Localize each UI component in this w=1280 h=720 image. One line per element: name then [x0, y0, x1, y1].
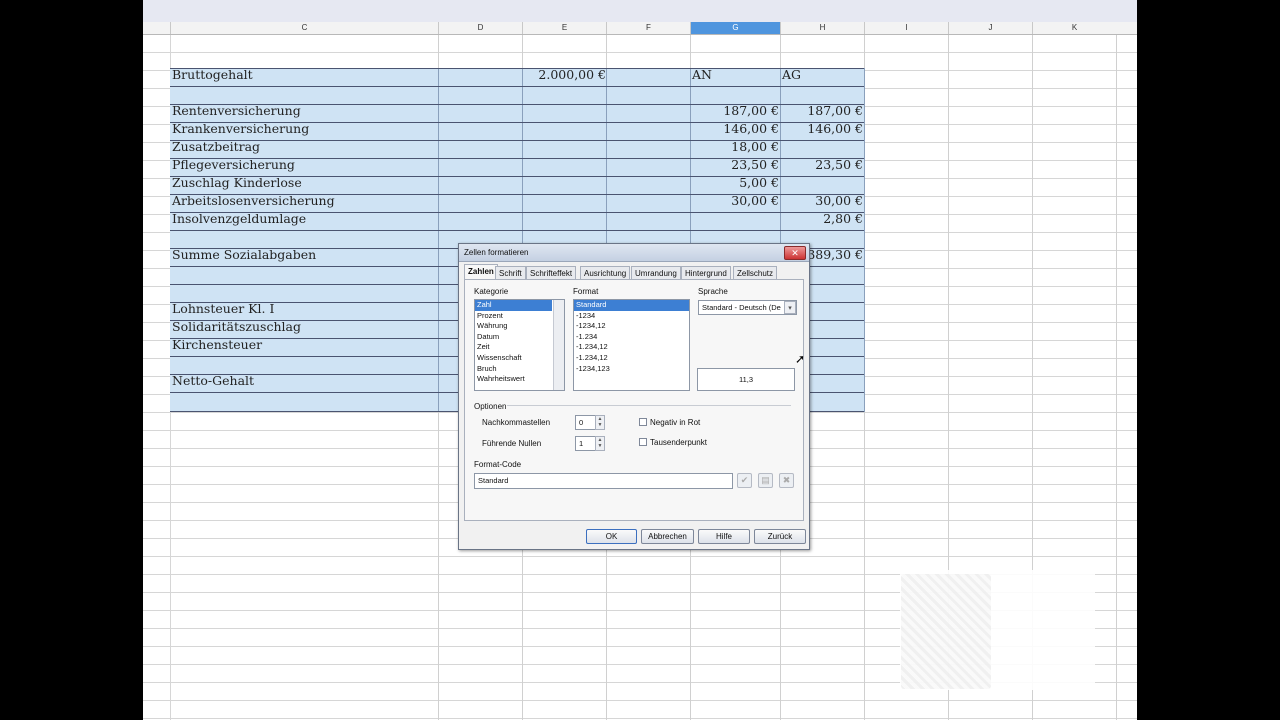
cell-ag-value[interactable]: 146,00 € — [780, 120, 863, 138]
watermark-logo — [901, 574, 991, 689]
list-item[interactable]: Wissenschaft — [475, 353, 564, 364]
sprache-select[interactable]: Standard - Deutsch (De — [698, 300, 797, 315]
mouse-pointer-icon: ➚ — [795, 352, 806, 366]
column-header-k[interactable]: K — [1032, 22, 1116, 34]
tab-umrandung[interactable]: Umrandung — [631, 266, 681, 279]
list-item[interactable]: Bruch — [475, 364, 564, 375]
fuehrende-nullen-label: Führende Nullen — [482, 439, 542, 448]
list-item[interactable]: -1234,12 — [574, 321, 689, 332]
list-item[interactable]: Prozent — [475, 311, 564, 322]
column-header-c[interactable]: C — [170, 22, 438, 34]
cell-ag-value[interactable]: 30,00 € — [780, 192, 863, 210]
format-code-input[interactable]: Standard — [474, 473, 733, 489]
delete-code-icon[interactable]: ✖ — [779, 473, 794, 488]
format-label: Format — [573, 287, 599, 296]
list-item[interactable]: Wahrheitswert — [475, 374, 564, 385]
cell-row-label[interactable]: Rentenversicherung — [172, 102, 301, 120]
tab-zellschutz[interactable]: Zellschutz — [733, 266, 778, 279]
tab-hintergrund[interactable]: Hintergrund — [681, 266, 731, 279]
list-item[interactable]: -1.234,12 — [574, 353, 689, 364]
tausenderpunkt-checkbox[interactable] — [639, 438, 647, 446]
tab-schrift[interactable]: Schrift — [495, 266, 526, 279]
column-header-d[interactable]: D — [438, 22, 522, 34]
cell-an-value[interactable]: 23,50 € — [690, 156, 779, 174]
abbrechen-button[interactable]: Abbrechen — [641, 529, 694, 544]
sprache-value: Standard - Deutsch (De — [702, 303, 781, 312]
tab-schrifteffekt[interactable]: Schrifteffekt — [526, 266, 577, 279]
cell-row-label[interactable]: Arbeitslosenversicherung — [172, 192, 335, 210]
cell-row-label[interactable]: Zusatzbeitrag — [172, 138, 260, 156]
cell-row-label[interactable]: Insolvenzgeldumlage — [172, 210, 306, 228]
fuehrende-nullen-stepper[interactable]: ▲ ▼ — [595, 436, 605, 451]
cell-ag-value[interactable]: 2,80 € — [780, 210, 863, 228]
cell-ag-header[interactable]: AG — [782, 66, 801, 84]
tab-zahlen[interactable]: Zahlen — [464, 264, 498, 280]
format-code-label: Format-Code — [474, 460, 522, 469]
list-item[interactable]: Standard — [574, 300, 689, 311]
cell-soli-label[interactable]: Solidaritätszuschlag — [172, 318, 301, 336]
hilfe-button[interactable]: Hilfe — [698, 529, 750, 544]
format-list[interactable]: Standard -1234 -1234,12 -1.234 -1.234,12… — [573, 299, 690, 391]
cell-summe-label[interactable]: Summe Sozialabgaben — [172, 246, 316, 264]
cell-ag-value[interactable]: 23,50 € — [780, 156, 863, 174]
cell-ag-value[interactable] — [780, 174, 863, 192]
zurueck-button[interactable]: Zurück — [754, 529, 806, 544]
column-header-e[interactable]: E — [522, 22, 606, 34]
cell-row-label[interactable]: Zuschlag Kinderlose — [172, 174, 302, 192]
list-item[interactable]: -1.234,12 — [574, 342, 689, 353]
cell-ag-value[interactable] — [780, 138, 863, 156]
cell-an-value[interactable] — [690, 210, 779, 228]
cell-lohnsteuer-label[interactable]: Lohnsteuer Kl. I — [172, 300, 274, 318]
cell-bruttogehalt-value[interactable]: 2.000,00 € — [522, 66, 606, 84]
list-item[interactable]: Zeit — [475, 342, 564, 353]
tab-ausrichtung[interactable]: Ausrichtung — [580, 266, 631, 279]
kategorie-label: Kategorie — [474, 287, 509, 296]
nachkommastellen-label: Nachkommastellen — [482, 418, 551, 427]
cell-row-label[interactable]: Pflegeversicherung — [172, 156, 295, 174]
cell-row-label[interactable]: Krankenversicherung — [172, 120, 309, 138]
column-header-f[interactable]: F — [606, 22, 690, 34]
optionen-divider — [507, 405, 791, 406]
kategorie-list[interactable]: Zahl Prozent Währung Datum Zeit Wissensc… — [474, 299, 565, 391]
kategorie-scrollbar[interactable] — [553, 300, 564, 390]
list-item[interactable]: -1234,123 — [574, 364, 689, 375]
nachkommastellen-stepper[interactable]: ▲ ▼ — [595, 415, 605, 430]
list-item[interactable]: Datum — [475, 332, 564, 343]
column-header-h[interactable]: H — [780, 22, 864, 34]
cell-an-value[interactable]: 187,00 € — [690, 102, 779, 120]
negativ-in-rot-checkbox[interactable] — [639, 418, 647, 426]
list-item[interactable]: -1234 — [574, 311, 689, 322]
format-cells-dialog: Zellen formatieren ✕ Zahlen Schrift Schr… — [458, 243, 810, 550]
tausenderpunkt-label: Tausenderpunkt — [650, 438, 707, 447]
cell-an-header[interactable]: AN — [692, 66, 712, 84]
toolbar-band — [143, 0, 1137, 23]
close-button[interactable]: ✕ — [784, 246, 806, 260]
accept-code-icon[interactable]: ✔ — [737, 473, 752, 488]
list-item[interactable]: -1.234 — [574, 332, 689, 343]
list-item[interactable]: Währung — [475, 321, 564, 332]
cell-bruttogehalt-label[interactable]: Bruttogehalt — [172, 66, 253, 84]
chevron-down-icon[interactable]: ▾ — [784, 301, 796, 314]
cell-ag-value[interactable]: 187,00 € — [780, 102, 863, 120]
dialog-titlebar[interactable]: Zellen formatieren ✕ — [459, 244, 809, 262]
optionen-label: Optionen — [474, 402, 507, 411]
cell-an-value[interactable]: 30,00 € — [690, 192, 779, 210]
column-header-j[interactable]: J — [948, 22, 1032, 34]
column-header-bar: C D E F G H I J K — [143, 22, 1137, 35]
add-code-icon[interactable]: ▤ — [758, 473, 773, 488]
column-header-i[interactable]: I — [864, 22, 948, 34]
column-header-g[interactable]: G — [690, 22, 780, 34]
cell-netto-label[interactable]: Netto-Gehalt — [172, 372, 254, 390]
ok-button[interactable]: OK — [586, 529, 637, 544]
cell-an-value[interactable]: 5,00 € — [690, 174, 779, 192]
dialog-title: Zellen formatieren — [464, 248, 529, 257]
cell-an-value[interactable]: 146,00 € — [690, 120, 779, 138]
negativ-in-rot-label: Negativ in Rot — [650, 418, 701, 427]
cell-an-value[interactable]: 18,00 € — [690, 138, 779, 156]
cell-kirchensteuer-label[interactable]: Kirchensteuer — [172, 336, 262, 354]
sprache-label: Sprache — [698, 287, 728, 296]
list-item[interactable]: Zahl — [475, 300, 552, 311]
format-preview: 11,3 — [697, 368, 795, 391]
